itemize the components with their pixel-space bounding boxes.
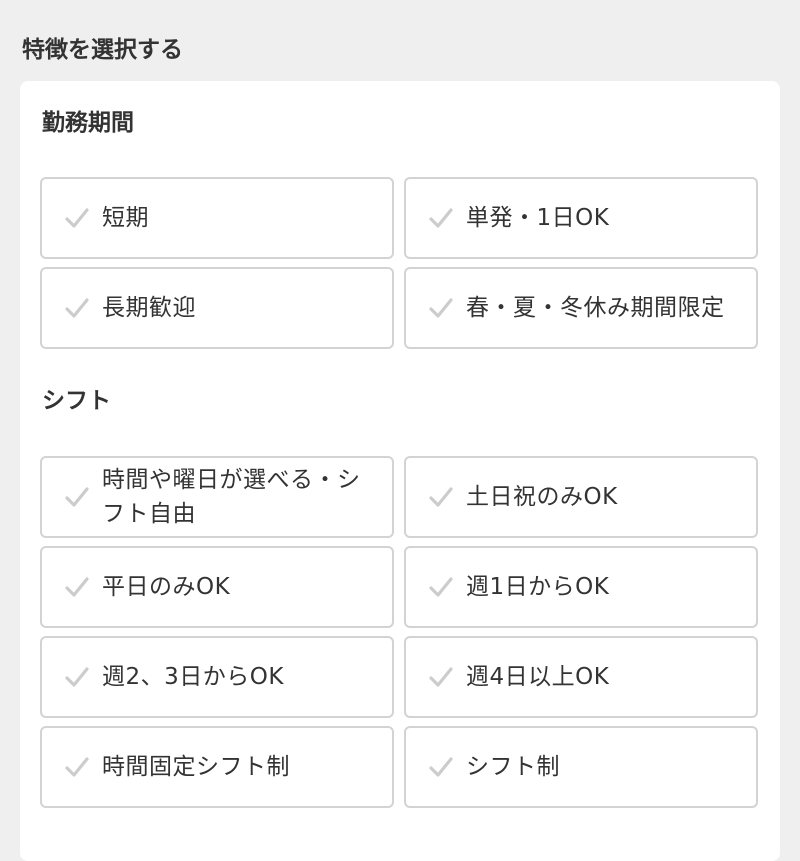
check-icon: [64, 664, 90, 690]
option-two-three-days-per-week[interactable]: 週2、3日からOK: [40, 636, 394, 718]
option-short-term[interactable]: 短期: [40, 177, 394, 259]
option-label: 週4日以上OK: [466, 664, 610, 690]
option-label: 週2、3日からOK: [102, 664, 284, 690]
section-title-shift: シフト: [42, 388, 111, 414]
feature-panel: 勤務期間 短期 単発・1日OK 長期歓迎 春・夏・冬休み期間限定 シフト 時間や…: [20, 81, 780, 861]
option-label: 時間や曜日が選べる・シフト自由: [102, 467, 361, 527]
option-one-day-ok[interactable]: 単発・1日OK: [404, 177, 758, 259]
option-shift-system[interactable]: シフト制: [404, 726, 758, 808]
option-fixed-hours-shift[interactable]: 時間固定シフト制: [40, 726, 394, 808]
check-icon: [64, 205, 90, 231]
check-icon: [64, 484, 90, 510]
option-one-day-per-week[interactable]: 週1日からOK: [404, 546, 758, 628]
check-icon: [64, 754, 90, 780]
shift-options: 時間や曜日が選べる・シフト自由 土日祝のみOK 平日のみOK 週1日からOK 週…: [40, 456, 758, 808]
option-label: 単発・1日OK: [466, 205, 610, 231]
option-label: シフト制: [466, 754, 560, 780]
section-title-period: 勤務期間: [42, 110, 134, 136]
check-icon: [428, 484, 454, 510]
option-flexible-shift[interactable]: 時間や曜日が選べる・シフト自由: [40, 456, 394, 538]
option-label: 週1日からOK: [466, 574, 610, 600]
option-long-term[interactable]: 長期歓迎: [40, 267, 394, 349]
check-icon: [428, 754, 454, 780]
page-title: 特徴を選択する: [22, 37, 183, 63]
period-options: 短期 単発・1日OK 長期歓迎 春・夏・冬休み期間限定: [40, 177, 758, 349]
check-icon: [64, 574, 90, 600]
option-seasonal-vacation[interactable]: 春・夏・冬休み期間限定: [404, 267, 758, 349]
option-label: 春・夏・冬休み期間限定: [466, 295, 725, 321]
check-icon: [428, 664, 454, 690]
option-label: 平日のみOK: [102, 574, 231, 600]
option-weekdays-only[interactable]: 平日のみOK: [40, 546, 394, 628]
check-icon: [428, 574, 454, 600]
option-weekends-holidays-only[interactable]: 土日祝のみOK: [404, 456, 758, 538]
option-label: 短期: [102, 205, 149, 231]
check-icon: [428, 295, 454, 321]
option-label: 土日祝のみOK: [466, 484, 618, 510]
check-icon: [428, 205, 454, 231]
option-label: 長期歓迎: [102, 295, 196, 321]
option-label: 時間固定シフト制: [102, 754, 290, 780]
option-four-plus-days-per-week[interactable]: 週4日以上OK: [404, 636, 758, 718]
check-icon: [64, 295, 90, 321]
